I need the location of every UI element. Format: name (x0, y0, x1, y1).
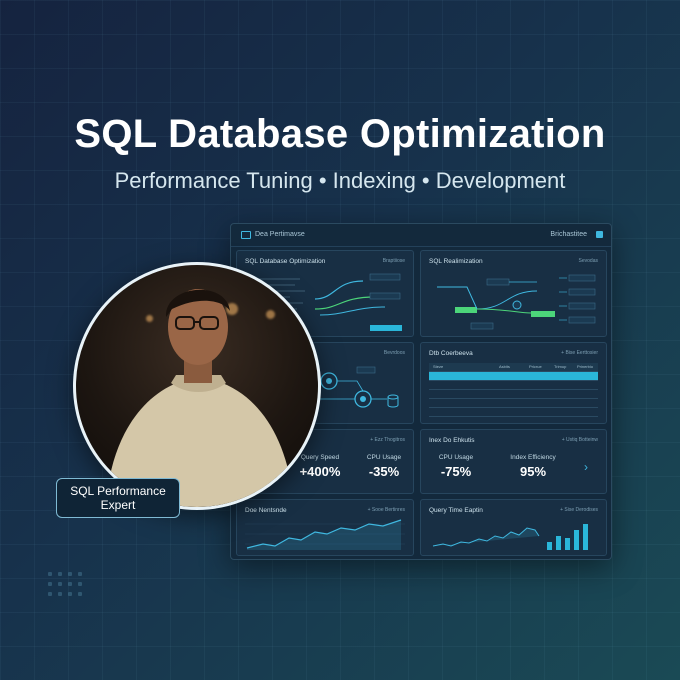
panel-link[interactable]: Bevrdoos (384, 350, 405, 356)
panel-title: SQL Realimization (429, 258, 483, 265)
panel-title: Inex Do Ehkutis (429, 437, 475, 444)
menu-icon[interactable] (596, 231, 603, 238)
column-header: Prinerbio (577, 364, 594, 369)
table-row[interactable] (429, 408, 598, 417)
execution-plan-diagram (437, 274, 596, 330)
metric-label: CPU Usage (366, 454, 402, 461)
panel-title: Query Time Eaptin (429, 507, 483, 514)
panel-link[interactable]: + Ustiq Botteinw (562, 437, 598, 443)
panel-metrics-right: Inex Do Ehkutis + Ustiq Botteinw CPU Usa… (420, 429, 607, 494)
dashboard-header: Dea Pertimavse Brichastitee (231, 224, 611, 247)
panel-line-chart: Doe Nentsnde + Sooe Bertinres (236, 499, 414, 556)
panel-query-time: Query Time Eaptin + Sise Derodises (420, 499, 607, 556)
metric-value: 95% (519, 464, 547, 479)
panel-link[interactable]: + Sise Derodises (560, 507, 598, 513)
panel-title: Dtb Coerbeeva (429, 350, 473, 357)
expert-badge: SQL Performance Expert (56, 478, 180, 518)
page-subtitle: Performance Tuning • Indexing • Developm… (114, 168, 566, 193)
page-title: SQL Database Optimization (74, 112, 606, 156)
table-row[interactable] (429, 399, 598, 408)
table-row[interactable] (429, 372, 598, 381)
panel-db-table: Dtb Coerbeeva + Bise Eerttosier Steze As… (420, 342, 607, 424)
person-portrait (106, 289, 294, 507)
table-row[interactable] (429, 390, 598, 399)
chevron-right-icon[interactable]: › (584, 460, 588, 474)
panel-link[interactable]: Sevodas (579, 258, 598, 264)
panel-link[interactable]: + Ezz Thogitros (370, 437, 405, 443)
dashboard-title: Dea Pertimavse (255, 231, 305, 238)
metric-label: Index Efficiency (510, 454, 556, 461)
panel-title: SQL Database Optimization (245, 258, 326, 265)
metric-label: CPU Usage (438, 454, 474, 461)
profile-photo (73, 262, 321, 510)
column-header: Trimup (554, 364, 567, 369)
metric-value: -35% (368, 464, 400, 479)
panel-link[interactable]: + Bise Eerttosier (561, 350, 598, 356)
column-header: Pricrue (529, 364, 542, 369)
dashboard-header-label: Brichastitee (550, 231, 587, 238)
panel-sql-realization: SQL Realimization Sevodas (420, 250, 607, 337)
badge-text: SQL Performance Expert (70, 484, 166, 512)
table-header: Steze Asbits Pricrue Trimup Prinerbio (429, 363, 598, 372)
line-chart (245, 519, 405, 550)
column-header: Steze (433, 364, 444, 369)
panel-link[interactable]: Braptiiose (383, 258, 405, 264)
database-icon (241, 231, 251, 239)
metric-value: -75% (440, 464, 472, 479)
column-header: Asbits (499, 364, 510, 369)
table-row[interactable] (429, 381, 598, 390)
query-time-chart (432, 524, 588, 550)
panel-title: Doe Nentsnde (245, 507, 287, 514)
panel-link[interactable]: + Sooe Bertinres (368, 507, 405, 513)
